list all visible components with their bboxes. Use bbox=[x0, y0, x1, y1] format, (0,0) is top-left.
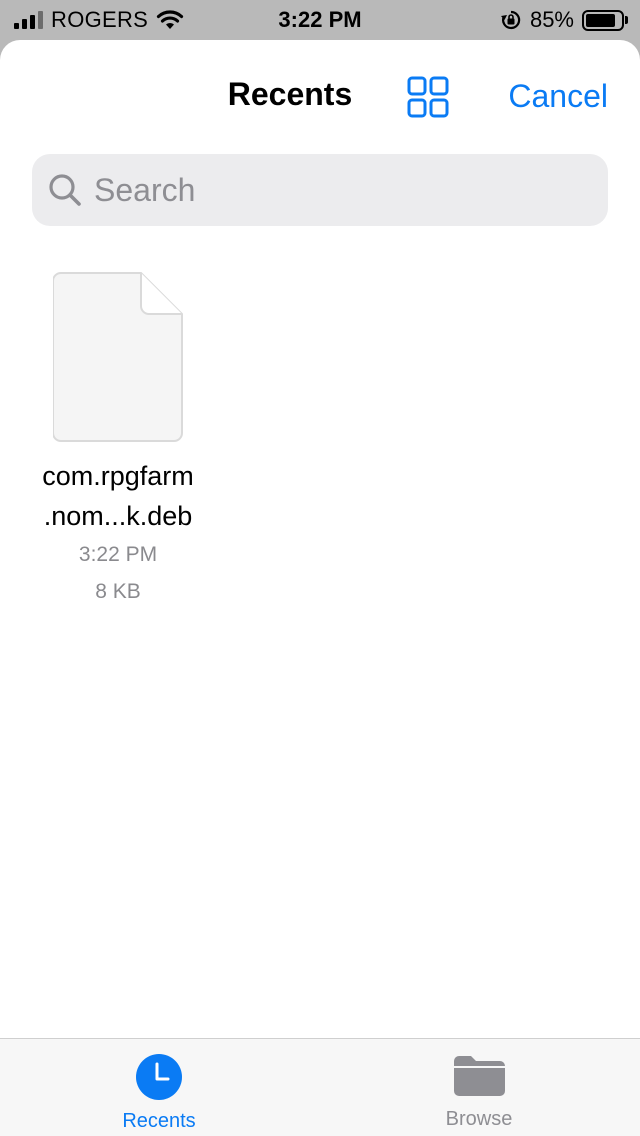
document-picker-sheet: Recents Cancel com.rpgfarm .nom...k.deb … bbox=[0, 40, 640, 1136]
tab-browse[interactable]: Browse bbox=[379, 1053, 579, 1131]
status-right: 85% bbox=[500, 6, 628, 34]
tab-recents[interactable]: Recents bbox=[59, 1053, 259, 1133]
file-name: com.rpgfarm .nom...k.deb bbox=[42, 461, 194, 531]
tab-browse-label: Browse bbox=[445, 1108, 513, 1130]
grid-view-icon[interactable] bbox=[406, 75, 450, 119]
battery-icon bbox=[582, 9, 628, 31]
cancel-button[interactable]: Cancel bbox=[508, 76, 608, 116]
search-input[interactable] bbox=[94, 171, 574, 209]
search-bar[interactable] bbox=[32, 154, 608, 226]
battery-fill bbox=[586, 13, 615, 27]
status-bar: ROGERS 3:22 PM 85% bbox=[0, 0, 640, 40]
search-icon bbox=[49, 174, 81, 206]
file-time: 3:22 PM bbox=[78, 543, 158, 566]
battery-percent: 85% bbox=[529, 7, 574, 32]
page-title: Recents bbox=[227, 76, 353, 112]
document-icon bbox=[53, 272, 183, 442]
file-size: 8 KB bbox=[95, 580, 141, 603]
tab-bar: Recents Browse bbox=[0, 1038, 640, 1136]
file-item[interactable]: com.rpgfarm .nom...k.deb 3:22 PM 8 KB bbox=[14, 272, 222, 610]
folder-icon bbox=[454, 1056, 505, 1096]
orientation-lock-icon bbox=[500, 10, 521, 30]
tab-recents-label: Recents bbox=[122, 1110, 196, 1132]
clock-icon bbox=[136, 1054, 182, 1100]
